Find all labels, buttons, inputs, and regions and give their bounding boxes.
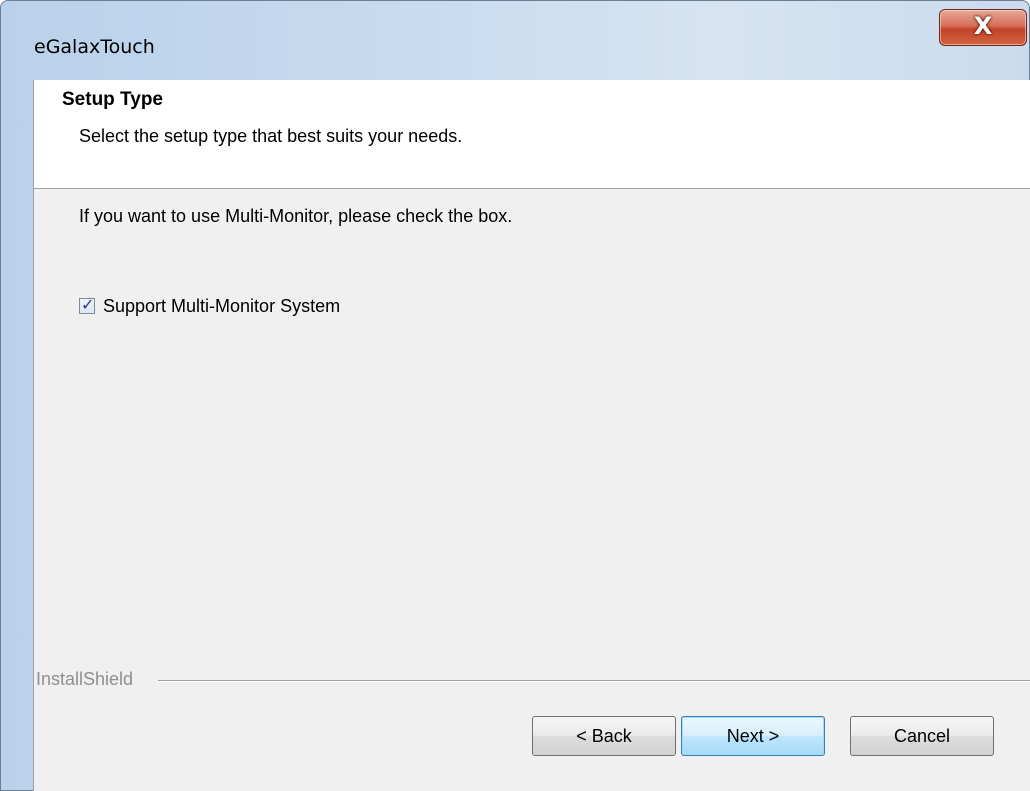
title-bar[interactable]: eGalaxTouch X — [1, 1, 1030, 81]
multi-monitor-option[interactable]: ✓ Support Multi-Monitor System — [79, 295, 340, 317]
close-icon: X — [973, 12, 993, 40]
installshield-divider: InstallShield — [34, 669, 1030, 691]
page-subtitle: Select the setup type that best suits yo… — [79, 126, 463, 146]
instruction-text: If you want to use Multi-Monitor, please… — [79, 206, 513, 226]
page-title: Setup Type — [62, 89, 163, 110]
divider-line — [158, 680, 1030, 682]
installer-window: eGalaxTouch X Setup Type Select the setu… — [0, 0, 1030, 791]
window-title: eGalaxTouch — [34, 36, 155, 58]
multi-monitor-label[interactable]: Support Multi-Monitor System — [103, 296, 340, 317]
cancel-button[interactable]: Cancel — [850, 716, 994, 756]
dialog-client-area: Setup Type Select the setup type that be… — [33, 80, 1030, 791]
back-button[interactable]: < Back — [532, 716, 676, 756]
header-panel: Setup Type Select the setup type that be… — [34, 80, 1030, 189]
multi-monitor-checkbox[interactable]: ✓ — [79, 295, 95, 314]
checkmark-icon: ✓ — [81, 295, 95, 314]
next-button[interactable]: Next > — [681, 716, 825, 756]
close-button[interactable]: X — [939, 9, 1027, 46]
installshield-brand: InstallShield — [36, 669, 134, 689]
